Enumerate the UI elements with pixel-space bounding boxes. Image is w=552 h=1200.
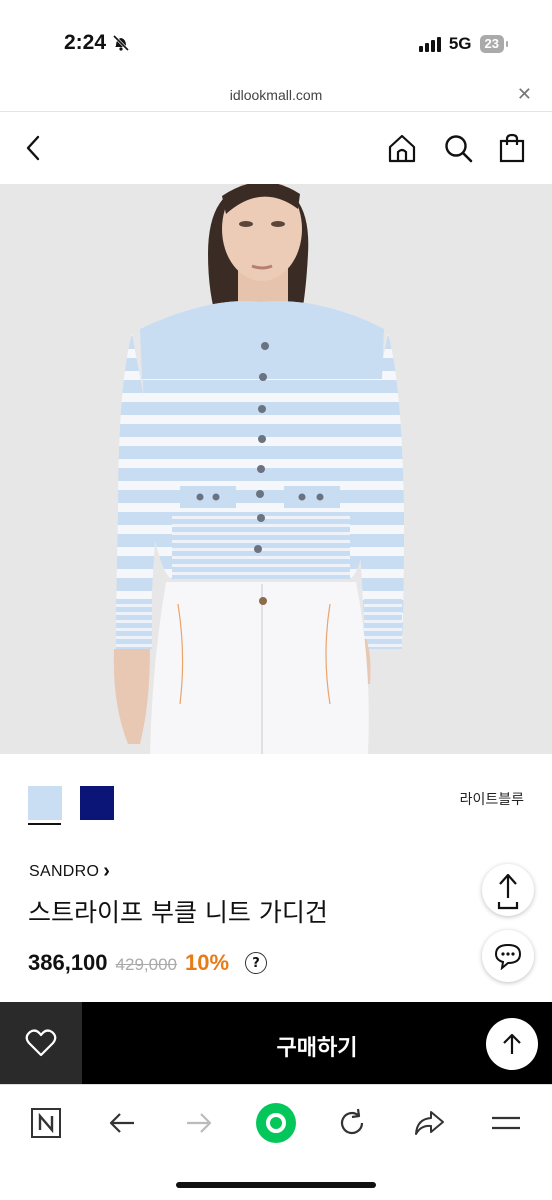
- battery-icon: 23: [479, 35, 509, 53]
- browser-toolbar: [0, 1084, 552, 1200]
- shopping-bag-icon: [499, 133, 525, 163]
- share-nav-button[interactable]: [407, 1101, 451, 1145]
- home-indicator: [176, 1182, 376, 1188]
- share-button[interactable]: [482, 864, 534, 916]
- green-dot-button[interactable]: [254, 1101, 298, 1145]
- clock: 2:24: [64, 31, 107, 54]
- search-icon: [445, 135, 473, 163]
- wishlist-button[interactable]: [0, 1002, 82, 1084]
- brand-link[interactable]: SANDRO ›: [29, 860, 110, 883]
- heart-icon: [25, 1029, 57, 1057]
- selected-swatch-indicator: [28, 823, 61, 825]
- price-row: 386,100 429,000 10% ?: [28, 950, 268, 976]
- search-button[interactable]: [440, 130, 476, 166]
- arrow-up-icon: [503, 1033, 521, 1054]
- reload-icon: [340, 1108, 364, 1135]
- naver-button[interactable]: [24, 1101, 68, 1145]
- status-bar: 2:24 5G 23: [0, 0, 552, 82]
- forward-nav-button[interactable]: [177, 1101, 221, 1145]
- help-icon[interactable]: ?: [245, 952, 268, 974]
- product-photo: [0, 184, 552, 754]
- signal-icon: [418, 36, 441, 52]
- home-button[interactable]: [384, 130, 420, 166]
- forward-share-icon: [415, 1111, 444, 1135]
- share-icon: [497, 873, 519, 910]
- chat-icon: [494, 943, 522, 970]
- home-icon: [388, 134, 416, 163]
- site-header: [0, 112, 552, 184]
- purchase-bar: 구매하기: [0, 1002, 552, 1084]
- original-price: 429,000: [115, 955, 177, 974]
- status-time: 2:24: [64, 31, 130, 55]
- naver-n-icon: [31, 1108, 61, 1138]
- color-swatch-navy[interactable]: [80, 786, 114, 820]
- buy-button[interactable]: 구매하기: [82, 1030, 552, 1062]
- brand-name: SANDRO: [29, 862, 100, 880]
- green-dot-icon: [256, 1103, 296, 1143]
- reload-button[interactable]: [330, 1101, 374, 1145]
- close-icon[interactable]: ✕: [517, 84, 532, 105]
- arrow-left-icon: [109, 1113, 134, 1133]
- bell-muted-icon: [112, 34, 130, 52]
- product-title: 스트라이프 부클 니트 가디건: [28, 898, 328, 927]
- back-button[interactable]: [16, 130, 52, 166]
- url-text[interactable]: idlookmall.com: [0, 87, 552, 103]
- hamburger-menu-icon: [492, 1116, 520, 1130]
- url-bar[interactable]: idlookmall.com ✕: [0, 82, 552, 112]
- menu-button[interactable]: [484, 1101, 528, 1145]
- chevron-right-icon: ›: [103, 860, 111, 882]
- arrow-right-icon: [187, 1113, 212, 1133]
- back-nav-button[interactable]: [100, 1101, 144, 1145]
- chat-button[interactable]: [482, 930, 534, 982]
- status-indicators: 5G 23: [418, 34, 509, 54]
- color-swatch-lightblue[interactable]: [28, 786, 62, 820]
- discount-rate: 10%: [184, 950, 230, 975]
- product-image[interactable]: [0, 184, 552, 754]
- sale-price: 386,100: [28, 950, 108, 975]
- cart-button[interactable]: [494, 130, 530, 166]
- network-type: 5G: [448, 34, 472, 53]
- selected-color-name: 라이트블루: [459, 792, 524, 808]
- back-icon: [26, 135, 40, 161]
- scroll-top-button[interactable]: [486, 1018, 538, 1070]
